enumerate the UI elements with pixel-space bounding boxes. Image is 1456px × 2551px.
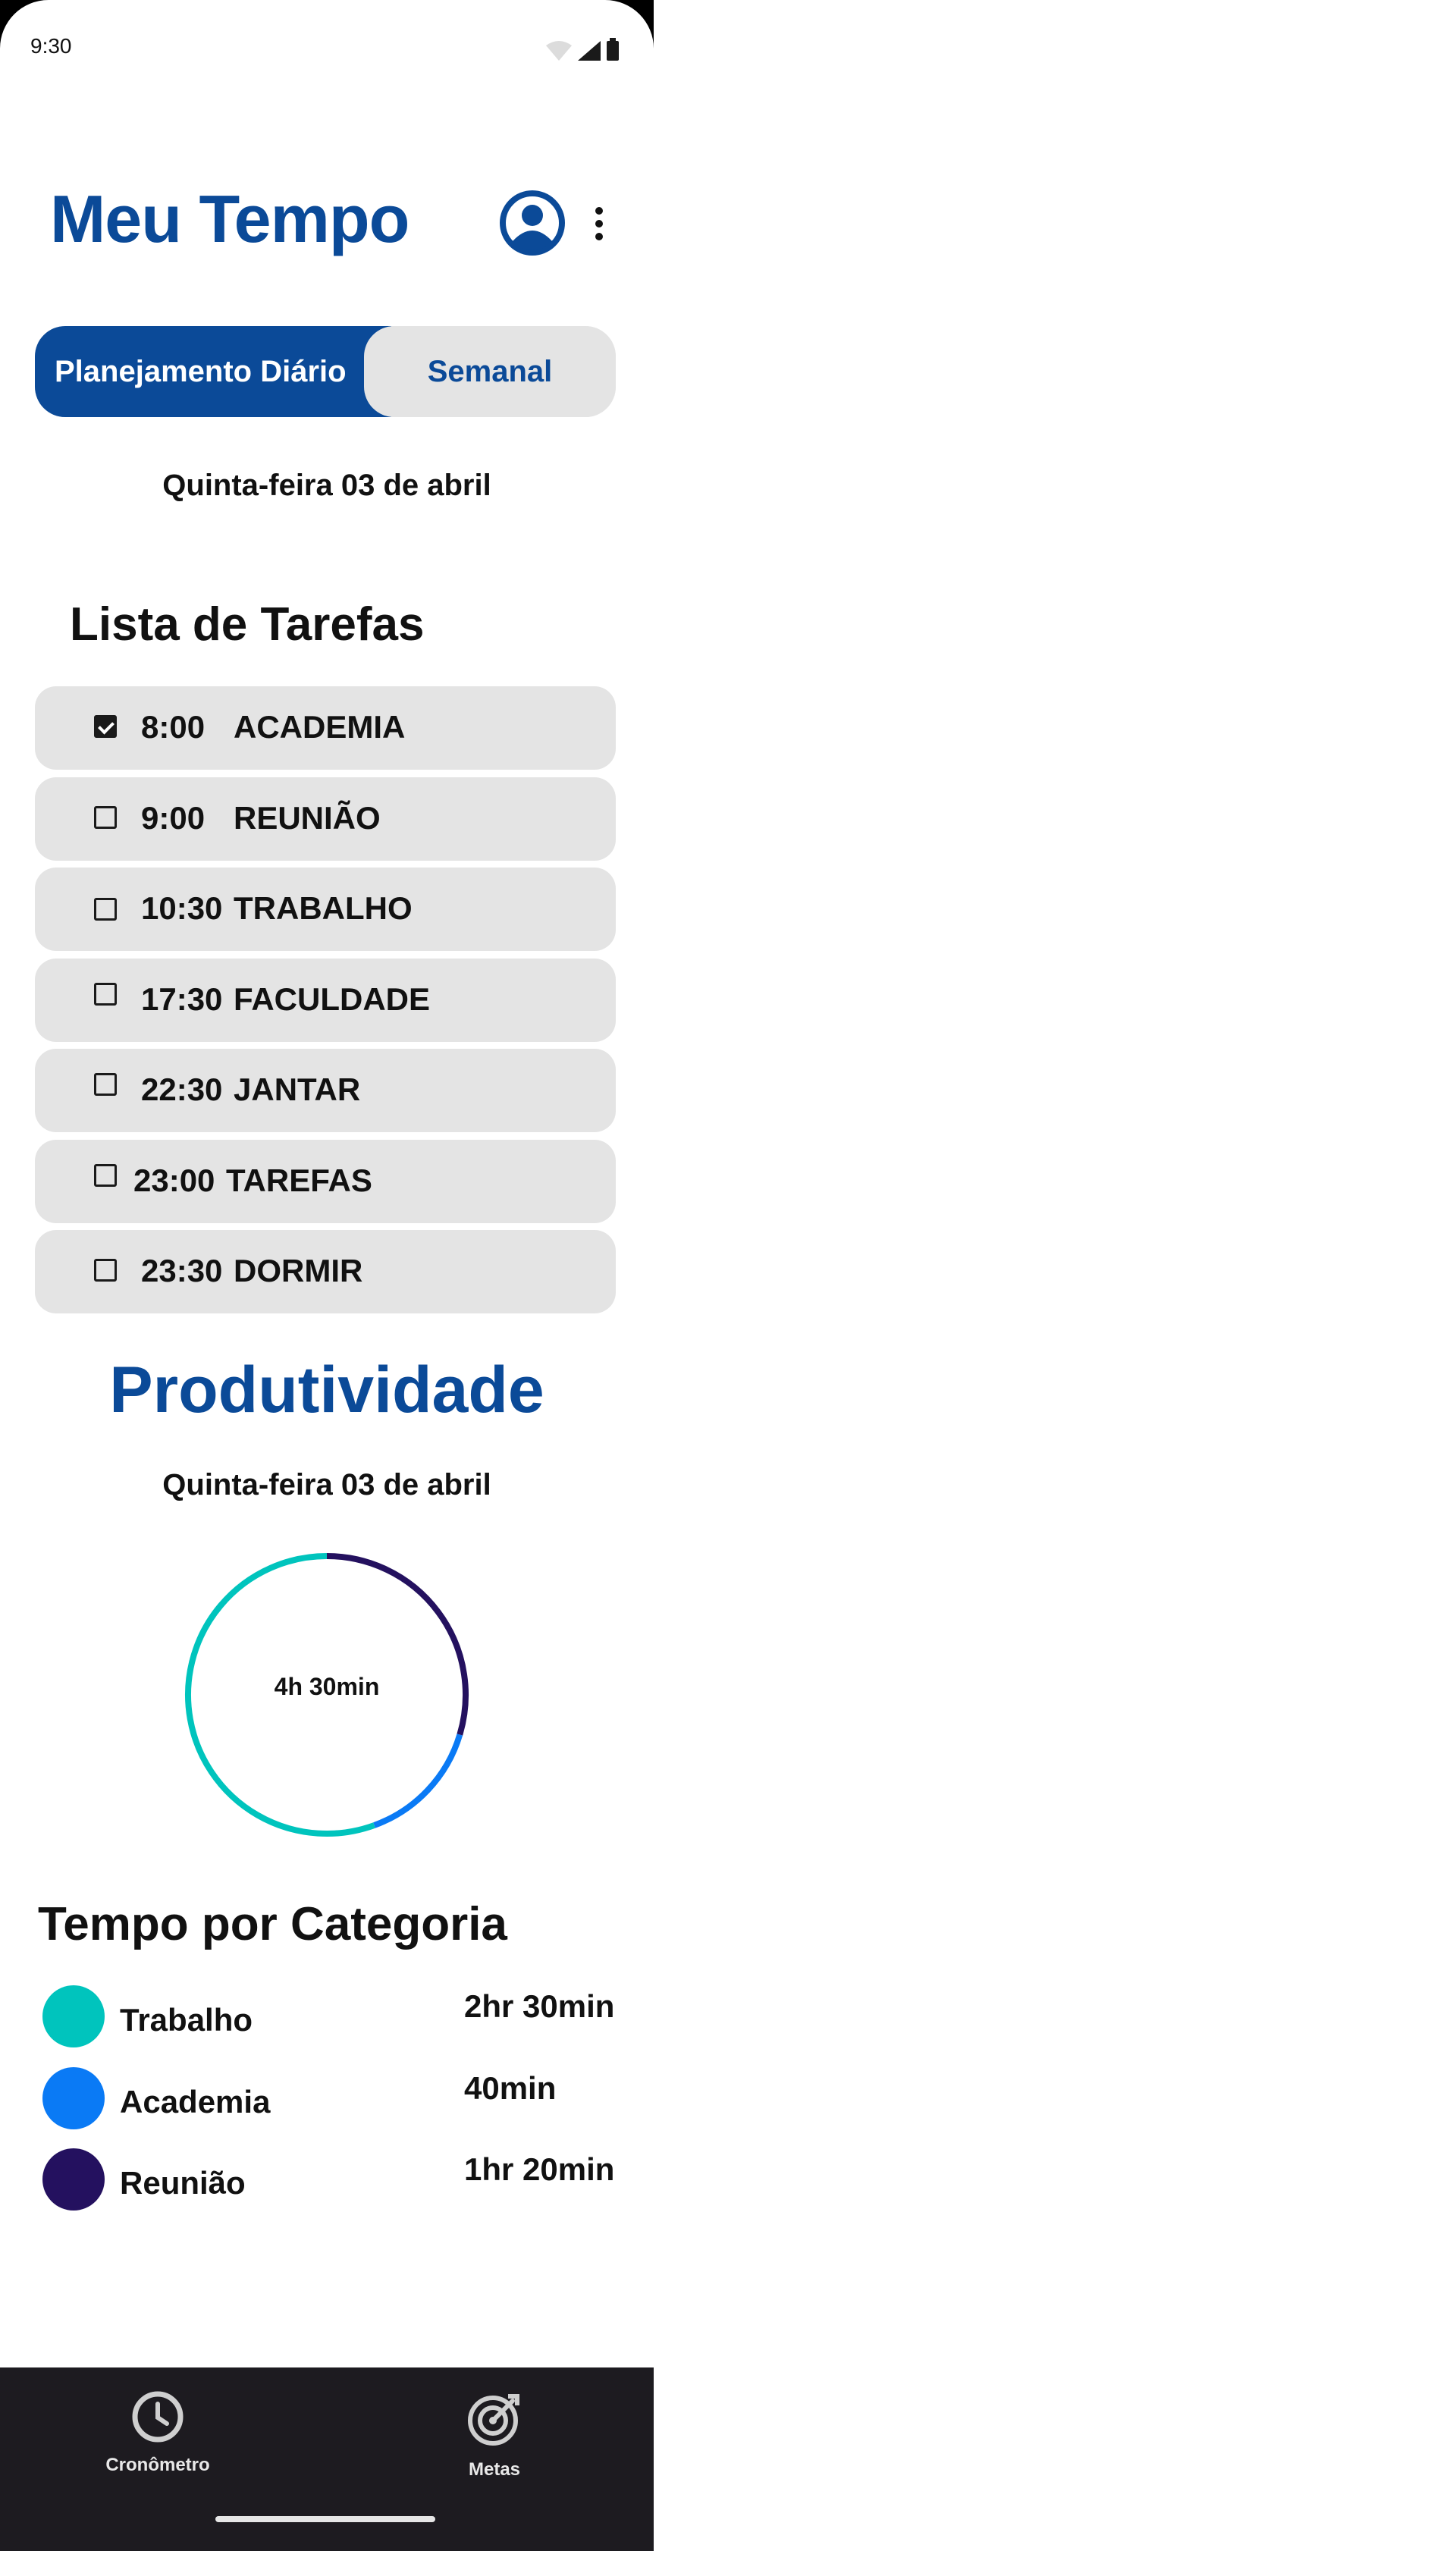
target-icon: [468, 2394, 519, 2446]
task-checkbox[interactable]: [94, 1259, 117, 1282]
category-time: 2hr 30min: [464, 1988, 615, 2024]
signal-icon: [578, 41, 601, 61]
wifi-icon: [546, 41, 572, 61]
category-time: 1hr 20min: [464, 2151, 615, 2187]
task-item[interactable]: 17:30 FACULDADE: [35, 959, 616, 1042]
task-checkbox[interactable]: [94, 1073, 117, 1096]
clock-icon: [132, 2391, 184, 2443]
more-options-button[interactable]: [585, 205, 613, 243]
status-time: 9:30: [30, 34, 72, 58]
nav-label: Metas: [468, 2459, 521, 2480]
task-checkbox[interactable]: [94, 715, 117, 738]
task-name: TRABALHO: [234, 890, 413, 926]
status-icons: [546, 38, 619, 61]
account-circle-icon: [500, 190, 565, 256]
profile-button[interactable]: [499, 190, 566, 256]
tab-weekly[interactable]: Semanal: [364, 326, 616, 417]
battery-icon: [607, 38, 619, 61]
task-item[interactable]: 22:30 JANTAR: [35, 1049, 616, 1132]
more-vertical-icon: [595, 207, 603, 240]
view-toggle: Planejamento Diário Semanal: [35, 326, 616, 417]
donut-center-total: 4h 30min: [274, 1673, 380, 1700]
app-title: Meu Tempo: [50, 181, 410, 256]
donut-segment-reunião: [326, 1553, 469, 1736]
category-row: Academia 40min: [42, 2067, 619, 2132]
productivity-title: Produtividade: [109, 1354, 544, 1426]
task-name: TAREFAS: [226, 1163, 372, 1198]
task-list-title: Lista de Tarefas: [70, 598, 425, 651]
task-item[interactable]: 10:30 TRABALHO: [35, 868, 616, 951]
donut-segment-academia: [373, 1734, 463, 1828]
category-color-dot: [42, 2067, 105, 2129]
task-checkbox[interactable]: [94, 806, 117, 829]
task-time: 22:30: [141, 1072, 223, 1107]
home-indicator[interactable]: [215, 2516, 435, 2522]
tab-daily-planning[interactable]: Planejamento Diário: [35, 326, 391, 417]
task-time: 9:00: [141, 800, 206, 836]
nav-label: Cronômetro: [105, 2455, 210, 2475]
category-name: Academia: [120, 2084, 271, 2120]
category-name: Reunião: [120, 2165, 246, 2201]
category-row: Trabalho 2hr 30min: [42, 1985, 619, 2051]
task-name: DORMIR: [234, 1253, 363, 1288]
task-time: 10:30: [141, 890, 223, 926]
nav-stopwatch[interactable]: Cronômetro: [67, 2390, 249, 2476]
task-item[interactable]: 9:00 REUNIÃO: [35, 777, 616, 861]
task-name: REUNIÃO: [234, 800, 381, 836]
task-item[interactable]: 8:00 ACADEMIA: [35, 686, 616, 770]
task-checkbox[interactable]: [94, 898, 117, 921]
category-name: Trabalho: [120, 2002, 253, 2038]
task-time: 23:00: [133, 1163, 215, 1198]
category-time-title: Tempo por Categoria: [38, 1898, 507, 1950]
task-name: FACULDADE: [234, 981, 430, 1017]
task-checkbox[interactable]: [94, 1164, 117, 1187]
task-name: ACADEMIA: [234, 709, 406, 745]
phone-screen: 9:30 Meu Tempo Planejamento Diário Seman…: [0, 0, 654, 2551]
task-time: 17:30: [141, 981, 223, 1017]
task-checkbox[interactable]: [94, 983, 117, 1006]
productivity-date: Quinta-feira 03 de abril: [162, 1468, 491, 1501]
current-date: Quinta-feira 03 de abril: [162, 469, 491, 502]
task-item[interactable]: 23:30 DORMIR: [35, 1230, 616, 1313]
category-time: 40min: [464, 2070, 557, 2106]
category-color-dot: [42, 2148, 105, 2211]
task-name: JANTAR: [234, 1072, 361, 1107]
bottom-navigation: Cronômetro Metas: [0, 2367, 654, 2551]
category-color-dot: [42, 1985, 105, 2047]
task-item[interactable]: 23:00 TAREFAS: [35, 1140, 616, 1223]
nav-goals[interactable]: Metas: [403, 2390, 585, 2480]
task-time: 23:30: [141, 1253, 223, 1288]
category-row: Reunião 1hr 20min: [42, 2148, 619, 2214]
task-time: 8:00: [141, 709, 206, 745]
